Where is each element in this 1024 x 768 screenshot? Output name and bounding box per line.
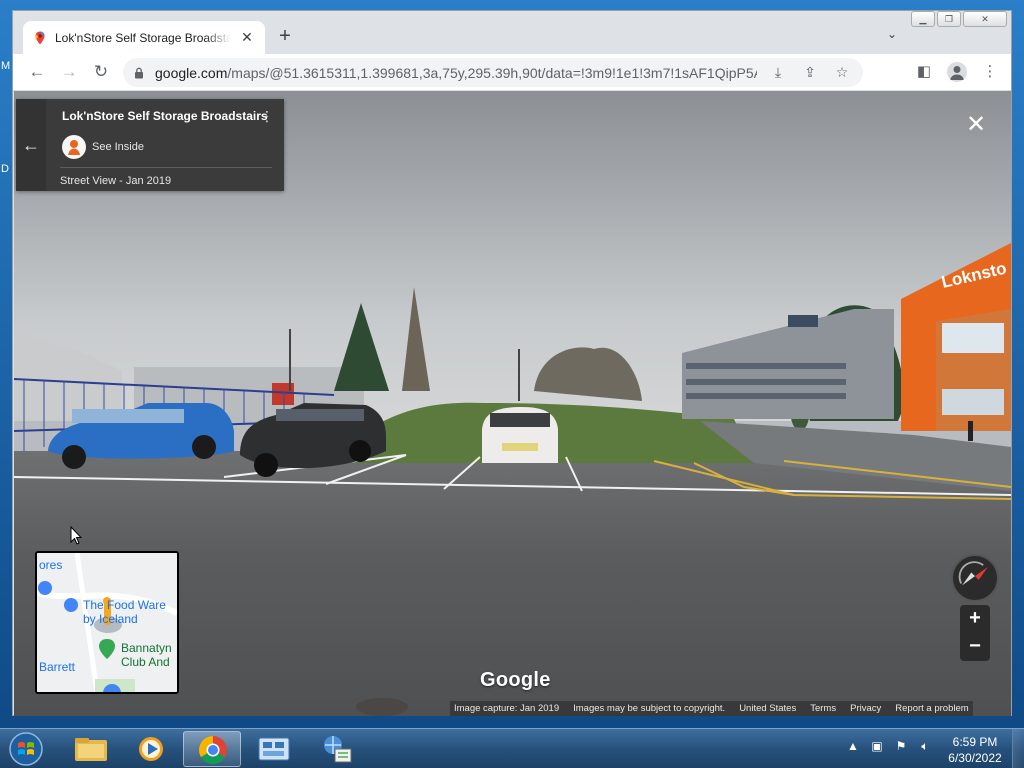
country-link[interactable]: United States bbox=[739, 703, 796, 714]
share-icon[interactable]: ⇪ bbox=[799, 64, 821, 81]
install-app-icon[interactable]: ⤓ bbox=[767, 64, 789, 81]
explorer-taskbar-icon[interactable] bbox=[62, 731, 120, 767]
profile-avatar[interactable] bbox=[947, 62, 967, 82]
address-bar[interactable]: google.com/maps/@51.3615311,1.399681,3a,… bbox=[123, 58, 863, 87]
privacy-link[interactable]: Privacy bbox=[850, 703, 881, 714]
network-taskbar-icon[interactable] bbox=[307, 731, 365, 767]
minimap-label: Bannatyn bbox=[121, 641, 172, 655]
maximize-button[interactable]: ❐ bbox=[937, 11, 961, 27]
browser-toolbar: ← → ↻ google.com/maps/@51.3615311,1.3996… bbox=[13, 54, 1011, 91]
place-name[interactable]: Lok'nStore Self Storage Broadstairs bbox=[62, 109, 268, 123]
terms-link[interactable]: Terms bbox=[810, 703, 836, 714]
minimap-label: ores bbox=[39, 558, 62, 572]
image-capture-date: Image capture: Jan 2019 bbox=[454, 703, 560, 714]
new-tab-button[interactable]: + bbox=[275, 25, 295, 47]
network-status-icon[interactable]: ▣ bbox=[869, 739, 885, 754]
attribution-bar: Image capture: Jan 2019 Images may be su… bbox=[450, 701, 973, 716]
close-street-view-icon[interactable]: ✕ bbox=[964, 113, 988, 137]
lock-icon[interactable] bbox=[133, 67, 145, 79]
see-inside-thumbnail-icon[interactable] bbox=[62, 135, 86, 159]
minimap-label: Barrett bbox=[39, 660, 76, 674]
zoom-controls: + − bbox=[960, 605, 990, 661]
start-button[interactable] bbox=[4, 730, 48, 768]
control-panel-taskbar-icon[interactable] bbox=[245, 731, 303, 767]
tab-strip: Lok'nStore Self Storage Broadstairs ✕ + … bbox=[13, 11, 1011, 54]
forward-icon[interactable]: → bbox=[53, 62, 85, 82]
more-options-icon[interactable]: ⋮ bbox=[260, 109, 274, 123]
chrome-menu-icon[interactable]: ⋮ bbox=[979, 62, 1001, 80]
close-tab-icon[interactable]: ✕ bbox=[239, 29, 255, 46]
google-maps-icon bbox=[35, 31, 45, 44]
zoom-in-button[interactable]: + bbox=[960, 605, 990, 633]
url-host: google.com bbox=[155, 64, 228, 81]
show-desktop-button[interactable] bbox=[1012, 729, 1024, 768]
clock-date: 6/30/2022 bbox=[948, 751, 1002, 765]
card-divider bbox=[60, 167, 272, 168]
copyright-notice: Images may be subject to copyright. bbox=[573, 703, 726, 714]
url-path: /maps/@51.3615311,1.399681,3a,75y,295.39… bbox=[227, 64, 757, 81]
place-info-card: ← Lok'nStore Self Storage Broadstairs ⋮ … bbox=[16, 99, 284, 191]
desktop-icon-label[interactable]: M bbox=[1, 60, 10, 72]
show-hidden-icons-icon[interactable]: ▲ bbox=[845, 739, 861, 754]
back-icon[interactable]: ← bbox=[21, 62, 53, 82]
back-arrow-icon[interactable]: ← bbox=[16, 99, 46, 191]
zoom-out-button[interactable]: − bbox=[960, 633, 990, 661]
window-controls: ▁ ❐ ✕ bbox=[911, 11, 1007, 27]
tab-active[interactable]: Lok'nStore Self Storage Broadstairs ✕ bbox=[23, 21, 265, 54]
minimap[interactable]: ores The Food Ware by Iceland Bannatyn C… bbox=[35, 551, 179, 694]
taskbar: ▲ ▣ ⚑ 🔈︎ 6:59 PM 6/30/2022 bbox=[0, 728, 1024, 768]
chrome-taskbar-icon[interactable] bbox=[183, 731, 241, 767]
minimap-label: by Iceland bbox=[83, 612, 138, 626]
volume-icon[interactable]: 🔈︎ bbox=[917, 739, 933, 754]
report-problem-link[interactable]: Report a problem bbox=[895, 703, 968, 714]
mouse-cursor-icon bbox=[70, 526, 82, 545]
minimap-label: The Food Ware bbox=[83, 598, 166, 612]
minimap-canvas: ores The Food Ware by Iceland Bannatyn C… bbox=[37, 553, 177, 692]
street-view-panorama[interactable]: Loknsto ← Lok'nStore Self Storage Broads… bbox=[14, 91, 1011, 716]
street-view-date[interactable]: Street View - Jan 2019 bbox=[60, 175, 171, 187]
clock-time: 6:59 PM bbox=[952, 735, 998, 749]
reload-icon[interactable]: ↻ bbox=[85, 62, 117, 82]
system-tray: ▲ ▣ ⚑ 🔈︎ bbox=[845, 739, 933, 754]
desktop-icon-label[interactable]: D bbox=[1, 163, 9, 175]
minimap-label: Club And bbox=[121, 655, 170, 669]
action-center-flag-icon[interactable]: ⚑ bbox=[893, 739, 909, 754]
browser-window: Lok'nStore Self Storage Broadstairs ✕ + … bbox=[12, 10, 1012, 716]
clock[interactable]: 6:59 PM 6/30/2022 bbox=[944, 734, 1006, 766]
compass-icon[interactable] bbox=[951, 554, 999, 602]
google-logo: Google bbox=[480, 669, 551, 691]
url-text[interactable]: google.com/maps/@51.3615311,1.399681,3a,… bbox=[155, 65, 757, 81]
see-inside-link[interactable]: See Inside bbox=[92, 141, 144, 153]
minimize-button[interactable]: ▁ bbox=[911, 11, 935, 27]
tab-title: Lok'nStore Self Storage Broadstairs bbox=[55, 30, 231, 45]
bookmark-star-icon[interactable]: ☆ bbox=[831, 64, 853, 81]
close-window-button[interactable]: ✕ bbox=[963, 11, 1007, 27]
media-player-taskbar-icon[interactable] bbox=[122, 731, 180, 767]
side-panel-icon[interactable]: ◧ bbox=[913, 62, 935, 80]
tab-search-icon[interactable]: ⌄ bbox=[887, 27, 897, 41]
